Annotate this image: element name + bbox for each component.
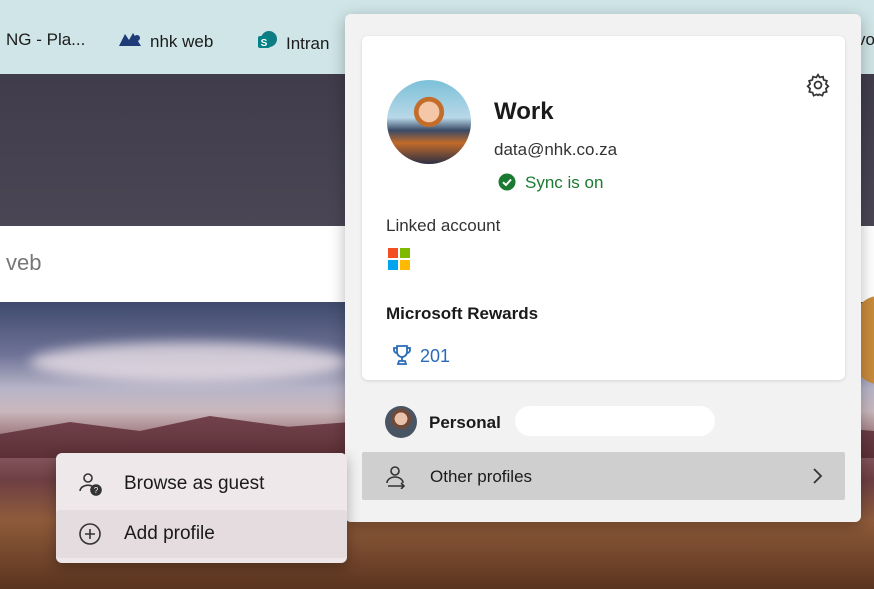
sync-status-label: Sync is on [525,173,604,192]
favorite-label: NG - Pla... [6,30,86,49]
profile-card: Work data@nhk.co.za Sync is on Linked ac… [362,36,845,380]
avatar [387,80,471,164]
other-profiles-label: Other profiles [430,467,533,486]
profiles-switch-icon [384,465,410,494]
other-profiles-button[interactable]: Other profiles [362,452,845,500]
personal-avatar [385,406,417,438]
browse-as-guest-label: Browse as guest [124,473,265,494]
add-profile-label: Add profile [124,523,215,544]
redacted-personal-email [515,406,715,436]
browse-as-guest-item[interactable]: ? Browse as guest [56,460,347,508]
personal-profile-label: Personal [429,413,501,432]
profile-email: data@nhk.co.za [494,140,618,159]
nhk-logo-icon [117,30,143,55]
microsoft-logo-icon [388,248,410,275]
svg-text:?: ? [94,486,99,495]
rewards-points[interactable]: 201 [392,344,450,371]
guest-profile-icon: ? [78,472,102,501]
gear-icon[interactable] [805,72,831,103]
other-profiles-submenu: ? Browse as guest Add profile [56,453,347,563]
favorite-intranet[interactable]: S Intran [257,30,329,57]
svg-text:S: S [261,38,268,49]
trophy-icon [392,344,412,371]
rewards-points-value: 201 [420,346,451,366]
cloud-shape [30,342,350,382]
favorite-nhk-web[interactable]: nhk web [117,30,213,55]
favorite-label: nhk web [150,32,214,51]
rewards-label: Microsoft Rewards [386,304,539,323]
plus-circle-icon [78,522,102,551]
chevron-right-icon [810,467,824,490]
profile-name: Work [494,98,554,125]
linked-account-label: Linked account [386,216,501,235]
add-profile-item[interactable]: Add profile [56,510,347,558]
profile-flyout: Work data@nhk.co.za Sync is on Linked ac… [345,14,861,522]
favorite-ng-pla[interactable]: NG - Pla... [6,30,85,50]
search-input-text: veb [6,250,42,275]
favorite-label: Intran [286,34,330,53]
sync-status[interactable]: Sync is on [498,173,603,196]
check-circle-icon [498,173,516,196]
sharepoint-icon: S [257,30,279,57]
redacted-account-email [418,248,648,274]
